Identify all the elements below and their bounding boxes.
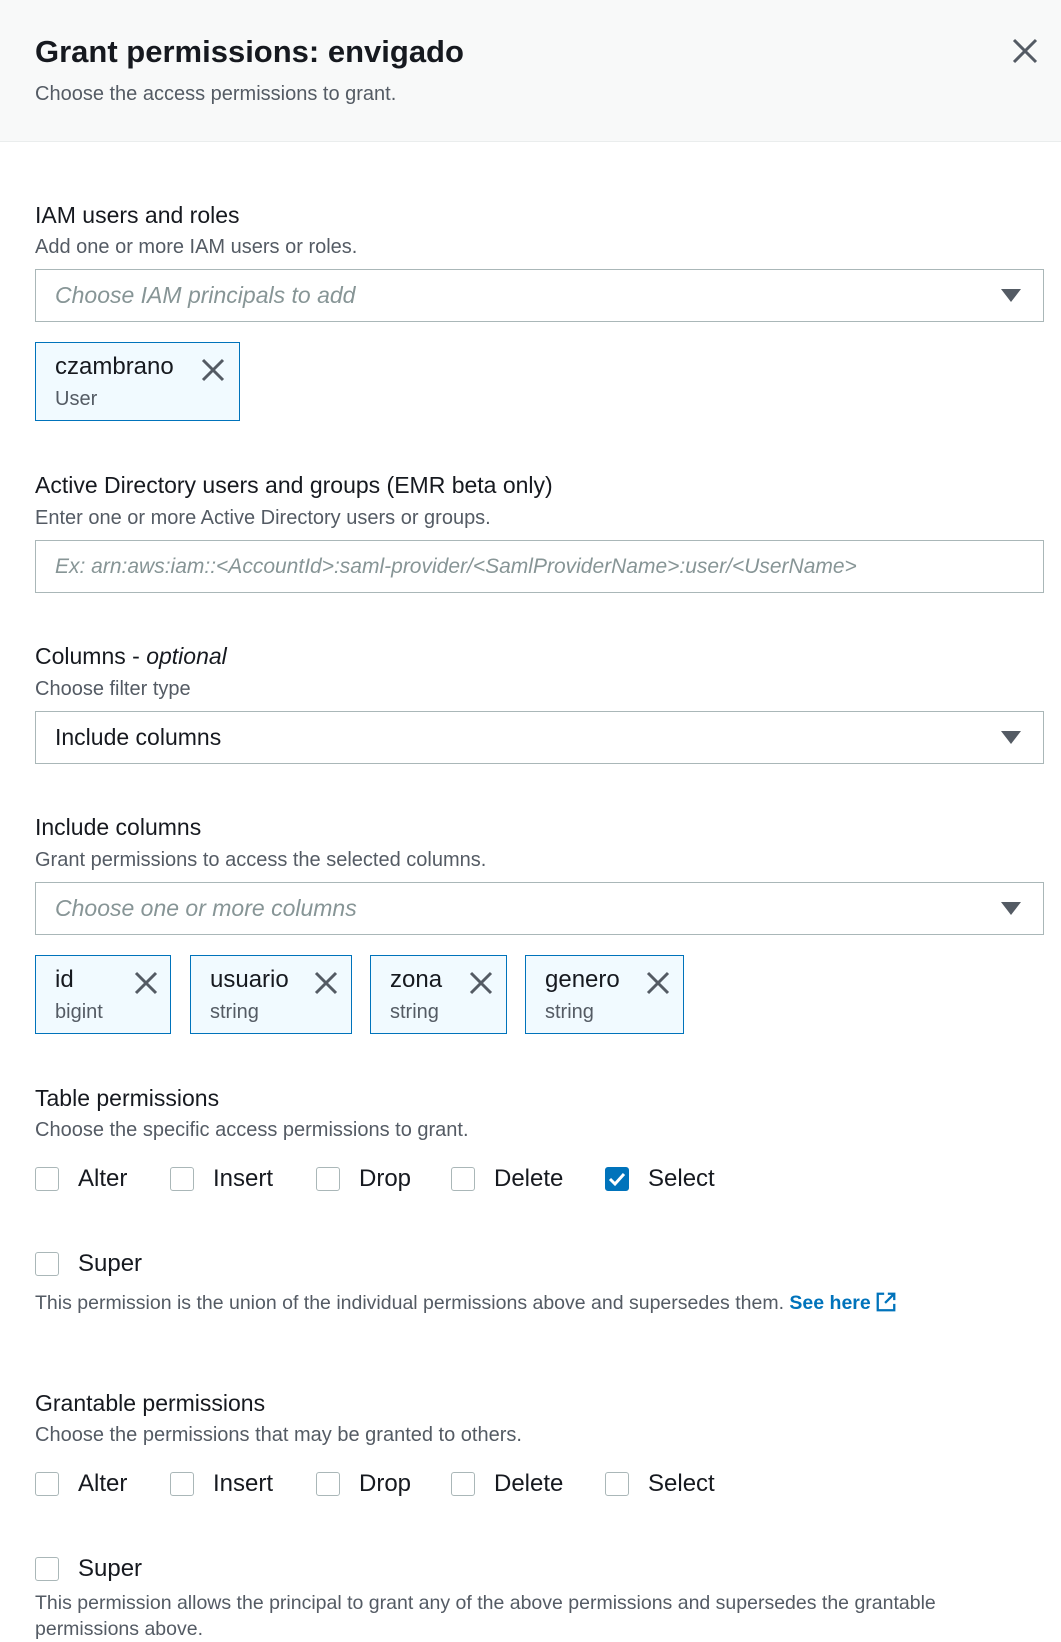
token-name: id — [55, 966, 74, 993]
table-select-checkbox[interactable] — [605, 1167, 629, 1191]
grantable-super-note: This permission allows the principal to … — [35, 1592, 936, 1640]
token-name: czambrano — [55, 353, 174, 380]
caret-down-icon — [1001, 902, 1021, 915]
checkmark-icon — [608, 1172, 626, 1187]
grantable-alter-checkbox[interactable] — [35, 1472, 59, 1496]
table-delete-checkbox[interactable] — [451, 1167, 475, 1191]
table-delete-label: Delete — [494, 1165, 564, 1192]
table-super-label: Super — [78, 1250, 143, 1277]
super-note: This permission is the union of the indi… — [35, 1290, 897, 1316]
table-drop-checkbox[interactable] — [316, 1167, 340, 1191]
token-type: User — [55, 388, 98, 410]
table-insert-checkbox[interactable] — [170, 1167, 194, 1191]
remove-icon[interactable] — [133, 970, 159, 996]
column-token: zona string — [370, 955, 507, 1034]
grantable-insert-checkbox[interactable] — [170, 1472, 194, 1496]
grantable-select-checkbox[interactable] — [605, 1472, 629, 1496]
filter-type-value: Include columns — [55, 724, 222, 750]
columns-select[interactable]: Choose one or more columns — [35, 882, 1044, 935]
columns-placeholder: Choose one or more columns — [55, 895, 357, 921]
optional-label: optional — [146, 643, 227, 669]
table-permissions-description: Choose the specific access permissions t… — [35, 1119, 469, 1141]
remove-icon[interactable] — [645, 970, 671, 996]
remove-icon[interactable] — [200, 357, 226, 383]
grantable-permissions-description: Choose the permissions that may be grant… — [35, 1424, 522, 1446]
grantable-super-label: Super — [78, 1555, 143, 1582]
iam-token: czambrano User — [35, 342, 240, 421]
token-type: string — [545, 1001, 594, 1023]
column-token: genero string — [525, 955, 684, 1034]
grantable-delete-label: Delete — [494, 1470, 564, 1497]
columns-label: Columns - optional — [35, 643, 227, 670]
iam-placeholder: Choose IAM principals to add — [55, 282, 356, 308]
table-select-label: Select — [648, 1165, 715, 1192]
columns-description: Choose filter type — [35, 678, 191, 700]
grantable-super-checkbox[interactable] — [35, 1557, 59, 1581]
close-icon[interactable] — [1010, 36, 1040, 66]
token-type: bigint — [55, 1001, 103, 1023]
iam-principals-select[interactable]: Choose IAM principals to add — [35, 269, 1044, 322]
token-type: string — [390, 1001, 439, 1023]
grantable-select-label: Select — [648, 1470, 715, 1497]
grantable-alter-label: Alter — [78, 1470, 128, 1497]
table-super-checkbox[interactable] — [35, 1252, 59, 1276]
table-alter-label: Alter — [78, 1165, 128, 1192]
remove-icon[interactable] — [313, 970, 339, 996]
token-name: usuario — [210, 966, 289, 993]
grantable-insert-label: Insert — [213, 1470, 274, 1497]
page-subtitle: Choose the access permissions to grant. — [35, 83, 397, 105]
grantable-drop-checkbox[interactable] — [316, 1472, 340, 1496]
include-columns-description: Grant permissions to access the selected… — [35, 849, 487, 871]
grantable-drop-label: Drop — [359, 1470, 412, 1497]
iam-label: IAM users and roles — [35, 202, 240, 228]
modal-header: Grant permissions: envigado Choose the a… — [0, 0, 1061, 142]
table-permissions-label: Table permissions — [35, 1085, 220, 1111]
super-note-text: This permission is the union of the indi… — [35, 1292, 784, 1314]
filter-type-select[interactable]: Include columns — [35, 711, 1044, 764]
see-here-link[interactable]: See here — [789, 1292, 870, 1314]
grantable-permissions-label: Grantable permissions — [35, 1390, 266, 1416]
caret-down-icon — [1001, 731, 1021, 744]
ad-input[interactable]: Ex: arn:aws:iam::<AccountId>:saml-provid… — [35, 540, 1044, 593]
token-type: string — [210, 1001, 259, 1023]
ad-placeholder: Ex: arn:aws:iam::<AccountId>:saml-provid… — [55, 554, 857, 578]
page-title: Grant permissions: envigado — [35, 34, 464, 69]
grantable-delete-checkbox[interactable] — [451, 1472, 475, 1496]
columns-label-text: Columns - — [35, 643, 147, 669]
remove-icon[interactable] — [468, 970, 494, 996]
ad-description: Enter one or more Active Directory users… — [35, 507, 491, 529]
table-drop-label: Drop — [359, 1165, 412, 1192]
token-name: genero — [545, 966, 620, 993]
caret-down-icon — [1001, 289, 1021, 302]
external-link-icon[interactable] — [875, 1291, 897, 1313]
table-insert-label: Insert — [213, 1165, 274, 1192]
token-name: zona — [390, 966, 443, 993]
iam-description: Add one or more IAM users or roles. — [35, 236, 358, 258]
ad-label: Active Directory users and groups (EMR b… — [35, 472, 553, 498]
column-token: id bigint — [35, 955, 171, 1034]
include-columns-label: Include columns — [35, 814, 202, 840]
column-token: usuario string — [190, 955, 352, 1034]
table-alter-checkbox[interactable] — [35, 1167, 59, 1191]
